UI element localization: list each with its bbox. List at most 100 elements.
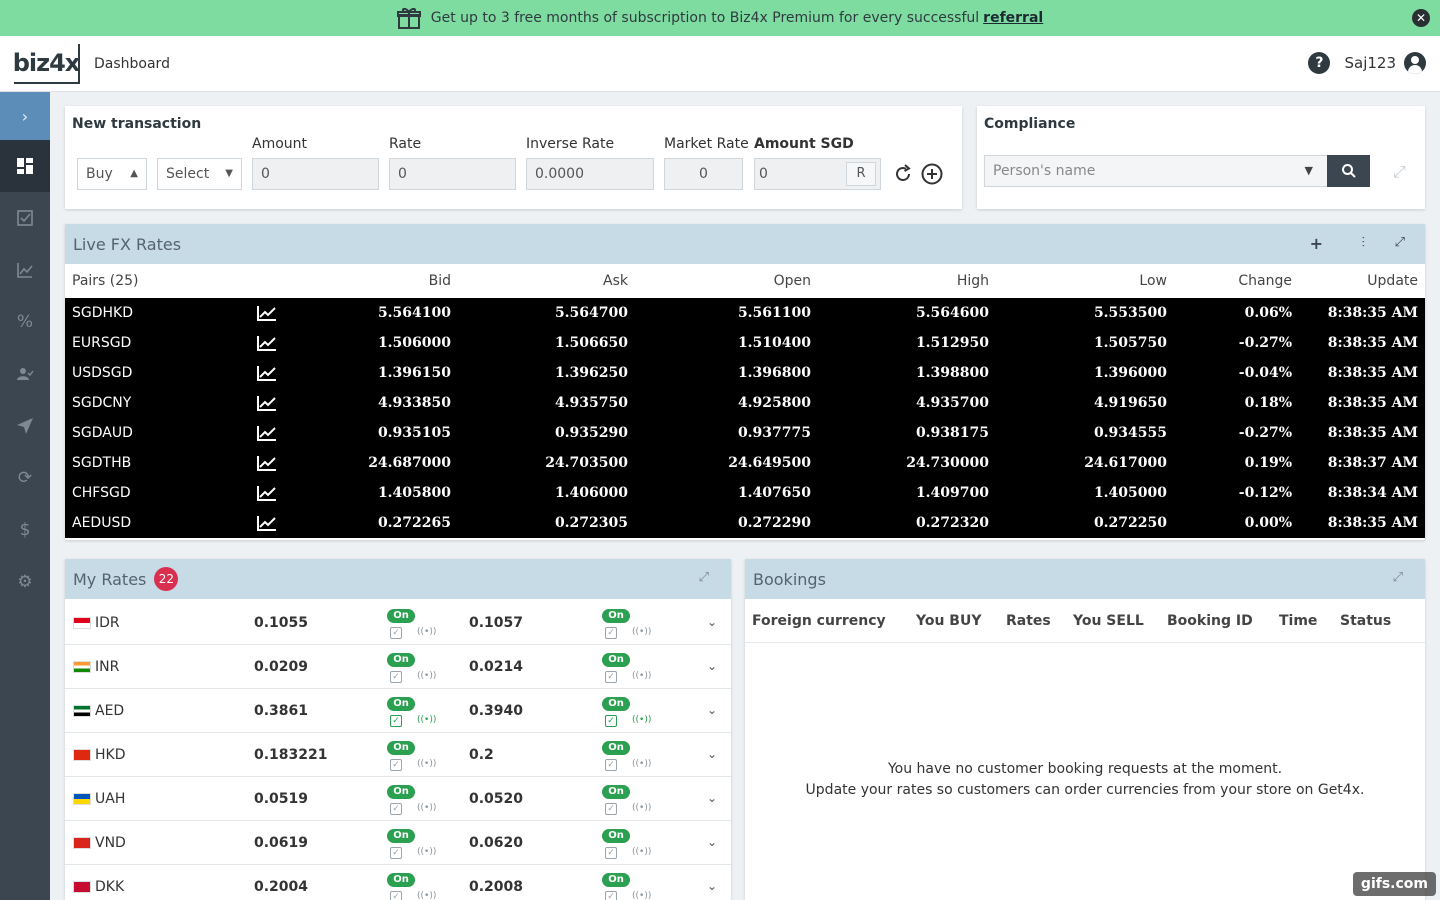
sell-rate[interactable]: 0.0520: [469, 791, 523, 807]
checklist-icon[interactable]: [0, 192, 50, 244]
sell-rate[interactable]: 0.0620: [469, 835, 523, 851]
currency-select[interactable]: Select ▼: [157, 158, 242, 190]
amount-input[interactable]: 0: [252, 158, 379, 190]
trend-chart-icon[interactable]: [257, 515, 277, 531]
buy-check-icon[interactable]: ✓: [390, 627, 402, 639]
broadcast-icon[interactable]: ((•)): [632, 803, 651, 813]
broadcast-icon[interactable]: ((•)): [417, 759, 436, 769]
buy-check-icon[interactable]: ✓: [390, 759, 402, 771]
buy-check-icon[interactable]: ✓: [390, 803, 402, 815]
person-name-select[interactable]: Person's name ▼: [984, 155, 1328, 187]
buy-rate[interactable]: 0.0519: [254, 791, 308, 807]
col-change[interactable]: Change: [1238, 273, 1292, 289]
col-time[interactable]: Time: [1279, 613, 1317, 629]
sell-on-toggle[interactable]: On: [602, 873, 630, 887]
broadcast-icon[interactable]: ((•)): [632, 847, 651, 857]
buy-on-toggle[interactable]: On: [387, 653, 415, 667]
rate-row-idr[interactable]: IDR 0.1055 On ✓ ((•)) 0.1057 On ✓ ((•)) …: [65, 601, 731, 645]
chevron-down-icon[interactable]: ⌄: [707, 615, 717, 629]
sell-rate[interactable]: 0.1057: [469, 615, 523, 631]
sell-check-icon[interactable]: ✓: [605, 847, 617, 859]
buy-on-toggle[interactable]: On: [387, 697, 415, 711]
fx-row-aedusd[interactable]: AEDUSD 0.272265 0.272305 0.272290 0.272320 0.…: [65, 508, 1425, 538]
trend-chart-icon[interactable]: [257, 335, 277, 351]
broadcast-icon[interactable]: ((•)): [632, 759, 651, 769]
add-circle-icon[interactable]: [921, 163, 943, 185]
buy-rate[interactable]: 0.2004: [254, 879, 308, 895]
dashboard-icon[interactable]: [0, 140, 50, 192]
buy-rate[interactable]: 0.1055: [254, 615, 308, 631]
sell-rate[interactable]: 0.2: [469, 747, 494, 763]
biz4x-logo[interactable]: biz4x: [13, 43, 80, 84]
sell-on-toggle[interactable]: On: [602, 829, 630, 843]
buy-check-icon[interactable]: ✓: [390, 891, 402, 900]
rate-row-hkd[interactable]: HKD 0.183221 On ✓ ((•)) 0.2 On ✓ ((•)) ⌄: [65, 733, 731, 777]
chevron-down-icon[interactable]: ⌄: [707, 703, 717, 717]
sell-on-toggle[interactable]: On: [602, 741, 630, 755]
col-low[interactable]: Low: [1139, 273, 1167, 289]
chevron-down-icon[interactable]: ⌄: [707, 835, 717, 849]
expand-icon[interactable]: ⤢: [1393, 570, 1403, 585]
sell-rate[interactable]: 0.3940: [469, 703, 523, 719]
chevron-down-icon[interactable]: ⌄: [707, 791, 717, 805]
sell-on-toggle[interactable]: On: [602, 785, 630, 799]
col-status[interactable]: Status: [1340, 613, 1391, 629]
fx-row-sgdhkd[interactable]: SGDHKD 5.564100 5.564700 5.561100 5.564600 5.…: [65, 298, 1425, 328]
buy-check-icon[interactable]: ✓: [390, 715, 402, 727]
col-pairs[interactable]: Pairs (25): [72, 273, 139, 289]
buy-on-toggle[interactable]: On: [387, 609, 415, 623]
trend-chart-icon[interactable]: [257, 485, 277, 501]
gear-icon[interactable]: ⚙: [0, 556, 50, 608]
col-you-buy[interactable]: You BUY: [916, 613, 982, 629]
col-ask[interactable]: Ask: [603, 273, 628, 289]
sell-rate[interactable]: 0.0214: [469, 659, 523, 675]
chart-icon[interactable]: [0, 244, 50, 296]
broadcast-icon[interactable]: ((•)): [632, 891, 651, 900]
reset-icon[interactable]: [893, 164, 913, 184]
round-button[interactable]: R: [846, 162, 876, 186]
referral-link[interactable]: referral: [983, 10, 1043, 26]
fx-row-chfsgd[interactable]: CHFSGD 1.405800 1.406000 1.407650 1.409700 1.…: [65, 478, 1425, 508]
expand-icon[interactable]: ⤢: [1395, 235, 1405, 250]
close-icon[interactable]: ✕: [1412, 9, 1430, 27]
amount-sgd-input[interactable]: 0 R: [754, 158, 881, 190]
buy-rate[interactable]: 0.0619: [254, 835, 308, 851]
fx-row-sgdcny[interactable]: SGDCNY 4.933850 4.935750 4.925800 4.935700 4.…: [65, 388, 1425, 418]
search-button[interactable]: [1327, 155, 1370, 187]
trend-chart-icon[interactable]: [257, 305, 277, 321]
dollar-icon[interactable]: $: [0, 504, 50, 556]
refresh-icon[interactable]: ⟳: [0, 452, 50, 504]
buy-rate[interactable]: 0.0209: [254, 659, 308, 675]
fx-row-sgdaud[interactable]: SGDAUD 0.935105 0.935290 0.937775 0.938175 0.…: [65, 418, 1425, 448]
fx-row-usdsgd[interactable]: USDSGD 1.396150 1.396250 1.396800 1.398800 1.…: [65, 358, 1425, 388]
rate-row-aed[interactable]: AED 0.3861 On ✓ ((•)) 0.3940 On ✓ ((•)) …: [65, 689, 731, 733]
sell-check-icon[interactable]: ✓: [605, 803, 617, 815]
col-rates[interactable]: Rates: [1006, 613, 1051, 629]
col-update[interactable]: Update: [1367, 273, 1418, 289]
sell-on-toggle[interactable]: On: [602, 653, 630, 667]
sell-check-icon[interactable]: ✓: [605, 759, 617, 771]
rate-row-dkk[interactable]: DKK 0.2004 On ✓ ((•)) 0.2008 On ✓ ((•)) …: [65, 865, 731, 900]
sell-on-toggle[interactable]: On: [602, 697, 630, 711]
broadcast-icon[interactable]: ((•)): [632, 627, 651, 637]
buy-on-toggle[interactable]: On: [387, 873, 415, 887]
user-icon[interactable]: [1404, 52, 1426, 74]
col-you-sell[interactable]: You SELL: [1073, 613, 1144, 629]
users-icon[interactable]: [0, 348, 50, 400]
sell-check-icon[interactable]: ✓: [605, 627, 617, 639]
percent-icon[interactable]: %: [0, 296, 50, 348]
rate-row-inr[interactable]: INR 0.0209 On ✓ ((•)) 0.0214 On ✓ ((•)) …: [65, 645, 731, 689]
sell-rate[interactable]: 0.2008: [469, 879, 523, 895]
broadcast-icon[interactable]: ((•)): [417, 671, 436, 681]
broadcast-icon[interactable]: ((•)): [417, 847, 436, 857]
trend-chart-icon[interactable]: [257, 365, 277, 381]
broadcast-icon[interactable]: ((•)): [417, 803, 436, 813]
sidebar-toggle[interactable]: ›: [0, 92, 50, 140]
col-bid[interactable]: Bid: [429, 273, 451, 289]
chevron-down-icon[interactable]: ⌄: [707, 659, 717, 673]
buy-check-icon[interactable]: ✓: [390, 847, 402, 859]
expand-icon[interactable]: ⤢: [1393, 162, 1406, 182]
buy-on-toggle[interactable]: On: [387, 785, 415, 799]
rate-input[interactable]: 0: [389, 158, 516, 190]
sell-check-icon[interactable]: ✓: [605, 671, 617, 683]
